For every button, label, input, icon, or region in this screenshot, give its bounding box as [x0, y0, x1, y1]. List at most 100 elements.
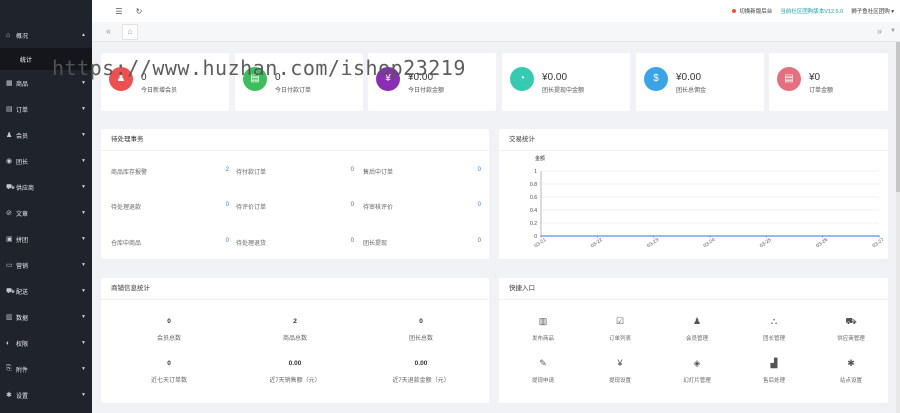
- stat-label: 团长总佣金: [676, 88, 707, 94]
- chevron-down-icon: ▼: [81, 106, 86, 112]
- todo-item[interactable]: 商品库存报警 2: [111, 167, 229, 176]
- quick-entry[interactable]: ▟ 售后处理: [744, 358, 804, 384]
- todo-label: 团长提现: [363, 241, 388, 247]
- stat-label: 今日新增会员: [141, 88, 178, 94]
- chevron-up-icon: ▲: [81, 32, 86, 38]
- shop-stat: 0 会员总数: [109, 318, 229, 342]
- order-amount-icon: ▤: [777, 67, 801, 91]
- sidebar-item-4[interactable]: ◉ 团长 ▼: [0, 148, 92, 174]
- shop-stat: 2 商品总数: [235, 318, 355, 342]
- y-tick-label: 0: [534, 234, 537, 240]
- x-tick-label: 03-27: [871, 237, 885, 249]
- sidebar-item-label: 权限: [16, 341, 29, 348]
- sidebar-item-label: 订单: [16, 107, 29, 114]
- top-bar: ☰ ↻ 切换新版后台 当前社区团购版本V12.5.0 狮子鱼社区团购 ▾: [92, 0, 900, 22]
- todo-count: 0: [225, 238, 229, 244]
- quick-entry[interactable]: ✎ 提现申请: [513, 358, 573, 384]
- quick-entry[interactable]: ♟ 会员管理: [667, 316, 727, 342]
- y-tick-label: 0.2: [530, 221, 537, 227]
- quick-entry[interactable]: ✱ 站点设置: [821, 358, 881, 384]
- stat-label: 团长提现中金额: [542, 88, 585, 94]
- y-axis-label: 金额: [535, 155, 545, 162]
- todo-count: 0: [477, 167, 481, 173]
- quick-entry-label: 发布商品: [531, 336, 554, 342]
- site-setting-icon: ✱: [847, 358, 855, 368]
- sidebar-item-9[interactable]: ⛟ 配送 ▼: [0, 278, 92, 304]
- todo-item[interactable]: 团长提现 0: [363, 238, 481, 247]
- x-tick-label: 03-23: [646, 237, 660, 249]
- todo-item[interactable]: 待审核评价 0: [363, 202, 481, 211]
- tab-scroll-left-icon[interactable]: «: [106, 26, 111, 36]
- tab-options-icon[interactable]: ▼: [890, 28, 896, 34]
- y-tick-label: 0.4: [530, 208, 537, 214]
- sidebar: ⌂ 概况 ▲ 统计 ▦ 商品 ▼ ▤ 订单 ▼ ♟ 会员 ▼ ◉ 团长 ▼ ⛟ 供应商 ▼ ⊘ 文章 ▼ ▣ 拼团 ▼ ▭ 营销 ▼ ⛟…: [0, 0, 92, 413]
- todo-panel: 待处理事务 商品库存报警 2 待付款订单 0 售后中订单 0 待处理退款 0 待评价订单 0 待审核…: [101, 129, 489, 259]
- todo-item[interactable]: 待评价订单 0: [236, 202, 354, 211]
- todo-label: 待处理退款: [111, 205, 142, 211]
- sidebar-item-0[interactable]: ⌂ 概况 ▲: [0, 22, 92, 48]
- page-scrollbar[interactable]: [896, 42, 900, 413]
- sidebar-item-10[interactable]: ▥ 数据 ▼: [0, 304, 92, 330]
- sidebar-item-3[interactable]: ♟ 会员 ▼: [0, 122, 92, 148]
- sidebar-item-13[interactable]: ✱ 设置 ▼: [0, 382, 92, 408]
- trade-line-chart: 金额00.20.40.60.8103-21 03-22 03-23 03-24 03-2…: [530, 155, 886, 249]
- quick-entry[interactable]: ⛬ 团长管理: [744, 316, 804, 342]
- permission-icon: ◐: [6, 339, 11, 347]
- scrollbar-thumb[interactable]: [896, 42, 900, 192]
- shop-stat-label: 近7天销售额（元）: [269, 378, 321, 384]
- quick-entry-label: 售后处理: [762, 378, 785, 384]
- sidebar-item-7[interactable]: ▣ 拼团 ▼: [0, 226, 92, 252]
- goods-icon: ▦: [6, 80, 13, 87]
- todo-item[interactable]: 仓库中商品 0: [111, 238, 229, 247]
- stat-value: 0: [275, 72, 281, 83]
- article-icon: ⊘: [6, 210, 12, 217]
- chevron-down-icon: ▼: [81, 184, 86, 190]
- stat-value: ¥0.00: [408, 72, 434, 83]
- todo-count: 0: [350, 238, 354, 244]
- sidebar-item-1[interactable]: ▦ 商品 ▼: [0, 70, 92, 96]
- shop-stat-value: 2: [293, 318, 297, 325]
- switch-version-link[interactable]: 切换新版后台: [732, 7, 772, 15]
- sidebar-item-5[interactable]: ⛟ 供应商 ▼: [0, 174, 92, 200]
- quick-entry[interactable]: ⛟ 供应商管理: [821, 316, 881, 342]
- home-tab-icon[interactable]: ⌂: [122, 24, 138, 40]
- chevron-down-icon: ▼: [81, 366, 86, 372]
- chevron-down-icon: ▼: [81, 314, 86, 320]
- version-link[interactable]: 当前社区团购版本V12.5.0: [780, 7, 843, 15]
- quick-entry[interactable]: ☑ 订单列表: [590, 316, 650, 342]
- sidebar-item-11[interactable]: ◐ 权限 ▼: [0, 330, 92, 356]
- member-manage-icon: ♟: [692, 316, 702, 326]
- quick-entry[interactable]: ¥ 提现设置: [590, 358, 650, 384]
- quick-entry-label: 提现设置: [608, 378, 631, 384]
- menu-toggle-icon[interactable]: ☰: [112, 7, 126, 16]
- refresh-icon[interactable]: ↻: [132, 7, 146, 16]
- sidebar-subitem-stats[interactable]: 统计: [0, 48, 92, 70]
- shop-stat: 0 近七天订单数: [109, 360, 229, 384]
- tab-scroll-right-icon[interactable]: »: [877, 26, 882, 36]
- sidebar-item-6[interactable]: ⊘ 文章 ▼: [0, 200, 92, 226]
- sidebar-item-2[interactable]: ▤ 订单 ▼: [0, 96, 92, 122]
- withdraw-pie-icon: ◔: [510, 67, 534, 91]
- order-list-icon: ☑: [615, 316, 625, 326]
- sidebar-item-8[interactable]: ▭ 营销 ▼: [0, 252, 92, 278]
- todo-item[interactable]: 待付款订单 0: [236, 167, 354, 176]
- todo-item[interactable]: 待处理退款 0: [111, 202, 229, 211]
- leader-icon: ◉: [6, 158, 13, 165]
- shop-stat: 0 团长总数: [361, 318, 481, 342]
- sidebar-item-12[interactable]: ⎘ 附件 ▼: [0, 356, 92, 382]
- quick-entry[interactable]: ▥ 发布商品: [513, 316, 573, 342]
- user-menu[interactable]: 狮子鱼社区团购 ▾: [851, 7, 894, 15]
- todo-label: 商品库存报警: [111, 170, 148, 176]
- quick-entry[interactable]: ◈ 幻灯片管理: [667, 358, 727, 384]
- sidebar-item-label: 拼团: [16, 237, 29, 244]
- x-tick-label: 03-25: [759, 237, 773, 249]
- y-tick-label: 0.6: [530, 195, 537, 201]
- stat-value: ¥0.00: [542, 72, 568, 83]
- todo-item[interactable]: 待处理退货 0: [236, 238, 354, 247]
- stat-label: 今日付款订单: [275, 88, 312, 94]
- shop-stat-label: 近七天订单数: [150, 378, 187, 384]
- todo-item[interactable]: 售后中订单 0: [363, 167, 481, 176]
- stat-value: ¥0: [809, 72, 821, 83]
- stat-card: ◔ ¥0.00 团长提现中金额: [502, 53, 630, 111]
- sidebar-logo-area: [0, 0, 92, 22]
